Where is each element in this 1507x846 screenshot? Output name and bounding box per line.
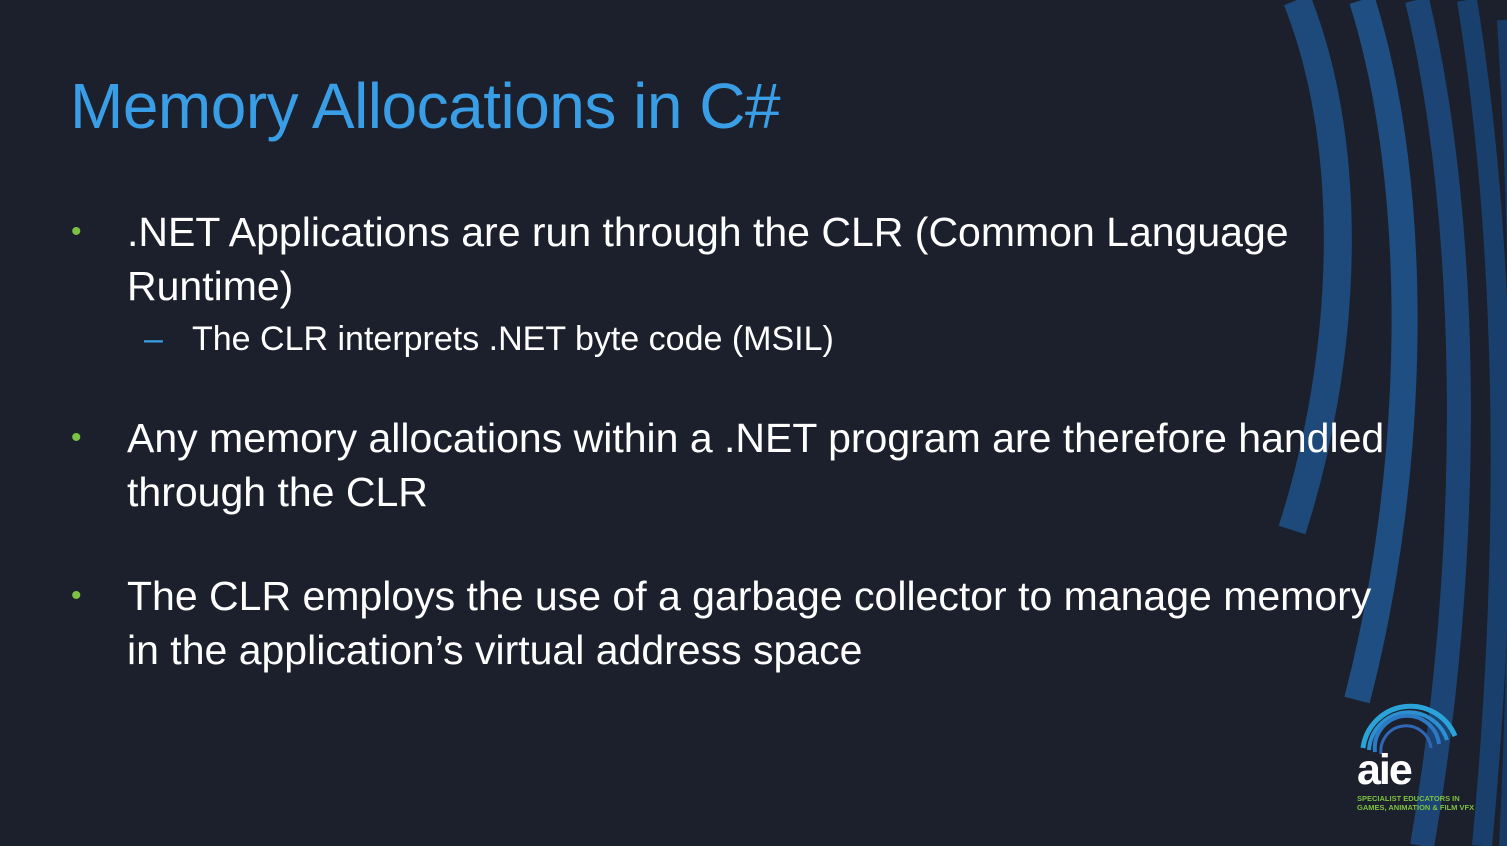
bullet-item: • Any memory allocations within a .NET p… [70, 411, 1390, 519]
logo-tagline-line: SPECIALIST EDUCATORS IN [1357, 794, 1460, 803]
bullet-marker: • [71, 579, 82, 612]
bullet-marker: • [71, 215, 82, 248]
sub-bullet-item: – The CLR interprets .NET byte code (MSI… [127, 317, 1390, 361]
sub-bullet-list: – The CLR interprets .NET byte code (MSI… [127, 317, 1390, 361]
bullet-marker: • [71, 421, 82, 454]
decor-arc-5 [1497, 19, 1507, 846]
bullet-item: • The CLR employs the use of a garbage c… [70, 569, 1390, 677]
sub-bullet-text: The CLR interprets .NET byte code (MSIL) [192, 320, 834, 358]
logo-wordmark: aie [1357, 746, 1413, 794]
bullet-text: The CLR employs the use of a garbage col… [127, 573, 1372, 673]
aie-logo: aie SPECIALIST EDUCATORS IN GAMES, ANIMA… [1355, 698, 1480, 822]
logo-tagline-line: GAMES, ANIMATION & FILM VFX [1357, 803, 1475, 812]
bullet-item: • .NET Applications are run through the … [70, 205, 1390, 361]
sub-bullet-marker: – [144, 320, 163, 358]
bullet-list: • .NET Applications are run through the … [70, 205, 1390, 677]
slide: Memory Allocations in C# • .NET Applicat… [0, 0, 1507, 846]
bullet-text: Any memory allocations within a .NET pro… [127, 415, 1385, 515]
logo-tagline: SPECIALIST EDUCATORS IN GAMES, ANIMATION… [1357, 794, 1482, 812]
slide-title: Memory Allocations in C# [70, 70, 781, 142]
bullet-text: .NET Applications are run through the CL… [127, 209, 1289, 309]
